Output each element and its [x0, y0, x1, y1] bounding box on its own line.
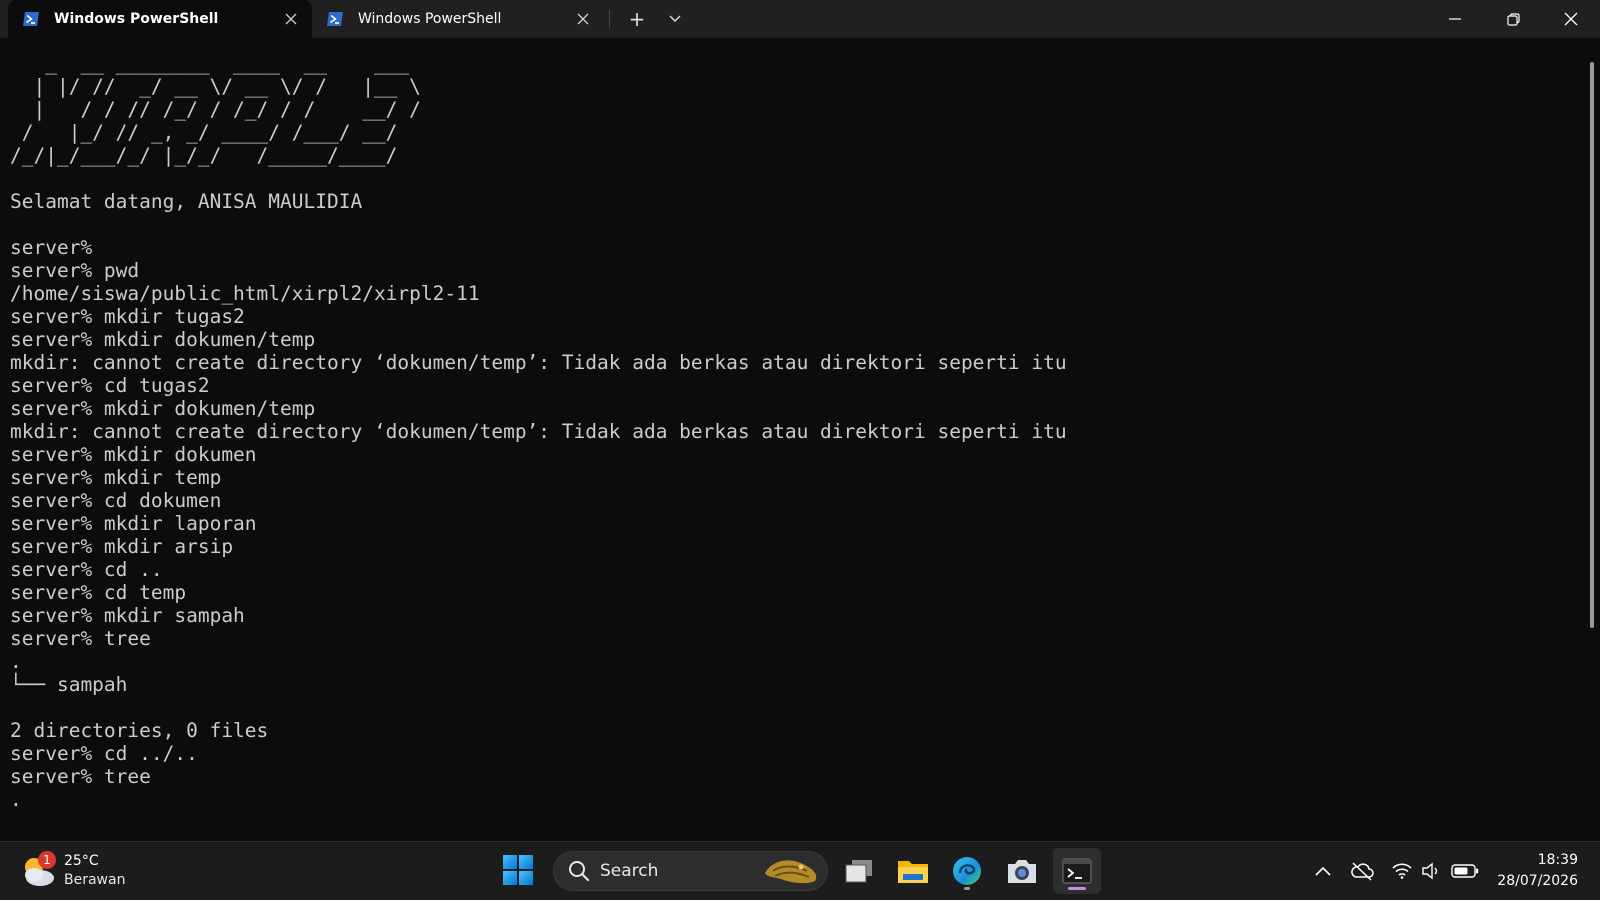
task-view-icon: [845, 860, 872, 883]
terminal-line: | / / // /_/ / /_/ / / __/ /: [10, 98, 421, 121]
weather-description: Berawan: [64, 872, 126, 888]
volume-icon: [1422, 862, 1438, 880]
close-window-button[interactable]: [1542, 0, 1600, 38]
terminal-line: .: [10, 788, 22, 811]
tab-divider: [609, 10, 610, 28]
partly-cloudy-icon: 1: [20, 851, 60, 889]
terminal-line: server% cd ../..: [10, 742, 198, 765]
running-indicator: [964, 887, 970, 890]
camera-icon: [1008, 860, 1036, 883]
restore-button[interactable]: [1484, 0, 1542, 38]
taskbar-app-terminal[interactable]: [1053, 848, 1101, 894]
terminal-line: server% mkdir dokumen/temp: [10, 328, 316, 351]
terminal-line: mkdir: cannot create directory ‘dokumen/…: [10, 420, 1067, 443]
terminal-line: server% tree: [10, 627, 151, 650]
active-indicator: [1068, 887, 1086, 890]
tab-windows-powershell-2[interactable]: Windows PowerShell: [312, 0, 604, 38]
terminal-line: server% mkdir arsip: [10, 535, 234, 558]
taskbar-app-camera[interactable]: [998, 848, 1046, 894]
title-bar: Windows PowerShell Windows PowerShell +: [0, 0, 1600, 38]
taskbar-search[interactable]: Search: [553, 851, 828, 891]
clock-time: 18:39: [1537, 852, 1578, 868]
terminal-line: /home/siswa/public_html/xirpl2/xirpl2-11: [10, 282, 480, 305]
taskbar-app-edge[interactable]: [943, 848, 991, 894]
terminal-line: server% cd dokumen: [10, 489, 222, 512]
minimize-icon: [1449, 18, 1461, 20]
terminal-line: server%: [10, 236, 93, 259]
terminal-icon: [1062, 858, 1092, 884]
minimize-button[interactable]: [1426, 0, 1484, 38]
terminal-line: └── sampah: [10, 673, 128, 696]
powershell-icon: [22, 11, 40, 27]
terminal-output: _ __ ________ ____ __ ___ | |/ // _/ __ …: [10, 52, 1067, 811]
battery-tray[interactable]: [1450, 858, 1480, 884]
terminal-line: server% mkdir laporan: [10, 512, 257, 535]
powershell-icon: [326, 11, 344, 27]
tab-windows-powershell-1[interactable]: Windows PowerShell: [8, 0, 312, 38]
wifi-tray[interactable]: [1389, 858, 1415, 884]
terminal-line: server% mkdir dokumen/temp: [10, 397, 316, 420]
weather-temperature: 25°C: [64, 853, 99, 869]
terminal-line: mkdir: cannot create directory ‘dokumen/…: [10, 351, 1067, 374]
chevron-up-icon: [1315, 866, 1331, 876]
restore-icon: [1506, 12, 1520, 26]
volume-tray[interactable]: [1418, 858, 1444, 884]
terminal-line: .: [10, 650, 22, 673]
show-hidden-icons-button[interactable]: [1310, 858, 1336, 884]
terminal-line: /_/|_/___/_/ |_/_/ /_____/____/: [10, 144, 398, 167]
file-explorer-icon: [898, 861, 928, 883]
onedrive-tray[interactable]: [1349, 858, 1375, 884]
windows-logo-icon: [503, 855, 533, 885]
close-icon: [1564, 12, 1578, 26]
terminal-line: / |_/ // _, _/ ____/ /___/ __/: [10, 121, 398, 144]
wifi-icon: [1392, 863, 1412, 879]
terminal-line: server% cd ..: [10, 558, 163, 581]
taskbar-app-task-view[interactable]: [835, 848, 883, 894]
terminal-line: | |/ // _/ __ \/ __ \/ / |__ \: [10, 75, 421, 98]
tab-dropdown-button[interactable]: [660, 6, 690, 32]
search-placeholder: Search: [600, 861, 659, 881]
weather-widget[interactable]: 1 25°C Berawan: [20, 848, 125, 894]
taskbar: 1 25°C Berawan Search 18:39 28/07/2026: [0, 841, 1600, 900]
terminal-line: Selamat datang, ANISA MAULIDIA: [10, 190, 363, 213]
terminal-line: server% mkdir tugas2: [10, 305, 245, 328]
system-clock[interactable]: 18:39 28/07/2026: [1497, 850, 1578, 892]
terminal-pane[interactable]: _ __ ________ ____ __ ___ | |/ // _/ __ …: [0, 38, 1590, 841]
tab-label: Windows PowerShell: [358, 11, 502, 27]
terminal-line: server% tree: [10, 765, 151, 788]
terminal-line: server% mkdir temp: [10, 466, 222, 489]
clock-date: 28/07/2026: [1497, 873, 1578, 889]
tab-label: Windows PowerShell: [54, 11, 219, 27]
search-icon: [569, 861, 590, 882]
terminal-line: server% cd temp: [10, 581, 187, 604]
close-tab-icon[interactable]: [570, 6, 596, 32]
search-highlight-icon: [765, 860, 817, 884]
notification-badge: 1: [38, 851, 56, 869]
edge-icon: [953, 857, 981, 885]
taskbar-app-file-explorer[interactable]: [889, 848, 937, 894]
terminal-scrollbar[interactable]: [1590, 62, 1594, 628]
terminal-line: _ __ ________ ____ __ ___: [10, 52, 410, 75]
close-tab-icon[interactable]: [278, 6, 304, 32]
start-button[interactable]: [502, 854, 538, 890]
terminal-line: server% mkdir dokumen: [10, 443, 257, 466]
terminal-line: 2 directories, 0 files: [10, 719, 269, 742]
terminal-line: server% pwd: [10, 259, 140, 282]
chevron-down-icon: [669, 15, 681, 22]
cloud-off-icon: [1351, 862, 1374, 881]
terminal-line: server% cd tugas2: [10, 374, 210, 397]
battery-icon: [1451, 864, 1479, 878]
terminal-line: server% mkdir sampah: [10, 604, 245, 627]
new-tab-button[interactable]: +: [622, 6, 652, 32]
